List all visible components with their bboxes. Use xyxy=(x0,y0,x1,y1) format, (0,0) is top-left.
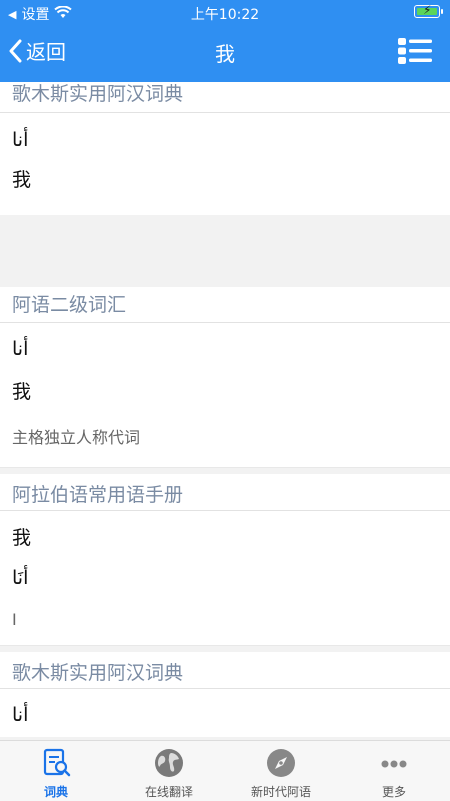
chinese-phrase: 我 xyxy=(12,527,32,549)
dictionary-title: 阿语二级词汇 xyxy=(0,287,450,323)
english-phrase: I xyxy=(12,610,17,629)
arabic-phrase: أنَا xyxy=(12,567,29,589)
result-card[interactable]: 阿语二级词汇 أنا 我 主格独立人称代词 xyxy=(0,287,450,467)
arabic-word: أنا xyxy=(12,129,29,151)
status-time: 上午10:22 xyxy=(190,7,260,23)
tab-label: 更多 xyxy=(381,785,406,799)
tab-dictionary[interactable]: 词典 xyxy=(0,741,112,801)
result-card[interactable]: 歌木斯实用阿汉词典 أنا xyxy=(0,652,450,737)
dictionary-icon xyxy=(43,748,71,777)
result-card[interactable]: 阿拉伯语常用语手册 我 أنَا I xyxy=(0,474,450,645)
word-note: 主格独立人称代词 xyxy=(12,428,141,447)
tab-label: 词典 xyxy=(43,785,68,799)
nav-bar: 返回 我 xyxy=(0,24,450,82)
dictionary-title: 歌木斯实用阿汉词典 xyxy=(0,652,450,689)
chinese-meaning: 我 xyxy=(12,169,32,191)
tab-label: 新时代阿语 xyxy=(250,785,311,799)
charging-icon: ⚡ xyxy=(423,3,432,17)
top-bar: ◀ 设置 上午10:22 ⚡ 返回 我 xyxy=(0,0,450,82)
tab-more[interactable]: 更多 xyxy=(338,741,450,801)
result-card[interactable]: 歌木斯实用阿汉词典 أنا 我 xyxy=(0,82,450,215)
arabic-word: أنا xyxy=(12,338,29,360)
compass-icon xyxy=(267,749,295,777)
menu-button[interactable] xyxy=(398,38,432,68)
more-icon xyxy=(381,760,407,768)
results-list[interactable]: 歌木斯实用阿汉词典 أنا 我 阿语二级词汇 أنا 我 主格独立人称代词 阿拉… xyxy=(0,82,450,740)
section-spacer xyxy=(0,215,450,287)
list-menu-icon xyxy=(398,38,432,64)
page-title: 我 xyxy=(215,42,235,66)
tab-modern-arabic[interactable]: 新时代阿语 xyxy=(225,741,337,801)
dictionary-title: 歌木斯实用阿汉词典 xyxy=(0,82,450,113)
battery-icon: ⚡ xyxy=(414,3,443,18)
tab-online-translate[interactable]: 在线翻译 xyxy=(113,741,225,801)
section-spacer xyxy=(0,467,450,474)
globe-icon xyxy=(155,749,183,777)
tab-label: 在线翻译 xyxy=(144,785,193,799)
chinese-meaning: 我 xyxy=(12,381,32,403)
dictionary-title: 阿拉伯语常用语手册 xyxy=(0,474,450,511)
section-spacer xyxy=(0,645,450,652)
arabic-word: أنا xyxy=(12,704,29,726)
status-bar: ◀ 设置 上午10:22 ⚡ xyxy=(0,0,450,24)
tab-bar: 词典 在线翻译 新时代阿语 更多 xyxy=(0,740,450,801)
